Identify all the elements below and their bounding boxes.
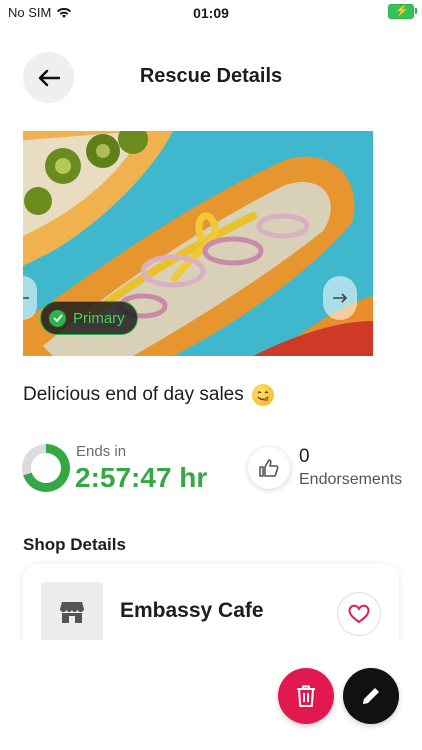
shop-details-heading: Shop Details bbox=[23, 535, 126, 554]
favorite-button[interactable] bbox=[337, 592, 381, 636]
arrow-left-icon bbox=[23, 297, 29, 299]
description-text: Delicious end of day sales bbox=[23, 384, 244, 405]
pencil-icon bbox=[363, 688, 379, 704]
endorse-button[interactable] bbox=[248, 447, 290, 489]
endorsements-label: Endorsements bbox=[299, 471, 403, 488]
clock: 01:09 bbox=[193, 5, 229, 21]
primary-badge: Primary bbox=[40, 301, 138, 335]
battery-icon: ⚡ bbox=[388, 4, 417, 19]
shop-logo bbox=[41, 582, 103, 642]
store-icon bbox=[60, 602, 84, 623]
ends-in-label: Ends in bbox=[76, 443, 127, 460]
heart-icon bbox=[348, 604, 370, 624]
trash-icon bbox=[297, 685, 315, 707]
rescue-photo-carousel[interactable]: Primary bbox=[23, 131, 373, 356]
page-title: Rescue Details bbox=[139, 65, 283, 87]
edit-button[interactable] bbox=[343, 668, 399, 724]
endorsement-count: 0 bbox=[299, 446, 310, 467]
carousel-next-button[interactable] bbox=[323, 276, 357, 320]
thumbs-up-icon bbox=[259, 459, 279, 477]
rescue-description: Delicious end of day sales bbox=[23, 384, 274, 406]
timer-progress-ring bbox=[22, 444, 70, 492]
check-circle-icon bbox=[49, 309, 66, 327]
countdown-value: 2:57:47 hr bbox=[75, 462, 208, 493]
arrow-right-icon bbox=[333, 293, 348, 303]
primary-badge-label: Primary bbox=[73, 309, 125, 327]
shop-name: Embassy Cafe bbox=[120, 599, 264, 622]
status-bar: No SIM 01:09 ⚡ bbox=[0, 0, 422, 26]
delete-button[interactable] bbox=[278, 668, 334, 724]
yum-emoji-icon bbox=[251, 384, 274, 406]
